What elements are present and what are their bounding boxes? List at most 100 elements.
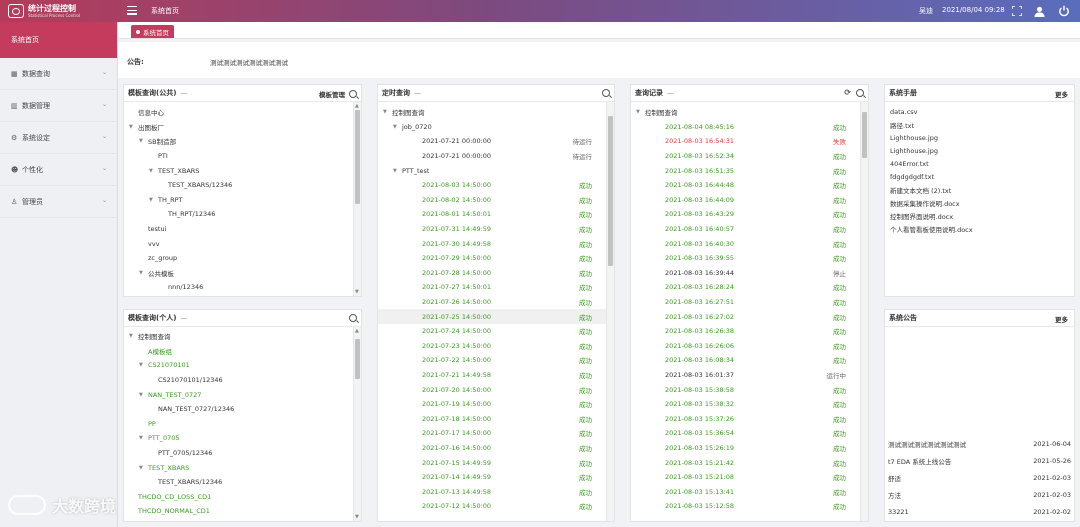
record-row[interactable]: 2021-07-17 14:50:00 成功 <box>378 426 614 441</box>
record-row[interactable]: 2021-08-03 16:52:34 成功 <box>631 149 868 164</box>
tree-node[interactable]: ▼ TH_RPT <box>124 193 361 208</box>
record-row[interactable]: 2021-07-14 14:49:59 成功 <box>378 470 614 485</box>
record-row[interactable]: 2021-07-19 14:50:00 成功 <box>378 397 614 412</box>
record-row[interactable]: 2021-08-03 16:39:55 成功 <box>631 251 868 266</box>
tree-node[interactable]: PTI <box>124 149 361 164</box>
record-row[interactable]: 2021-08-03 15:37:26 成功 <box>631 411 868 426</box>
tree-node[interactable]: PTT_0705/12346 <box>124 446 361 461</box>
sidebar-item-data-management[interactable]: ▥ 数据管理 ⌄ <box>0 90 117 122</box>
record-row[interactable]: 2021-08-03 15:13:41 成功 <box>631 484 868 499</box>
manual-file-link[interactable]: 控制图界面说明.docx <box>885 209 1074 222</box>
record-row[interactable]: 2021-07-22 14:50:00 成功 <box>378 353 614 368</box>
record-row[interactable]: 2021-08-03 16:27:51 成功 <box>631 295 868 310</box>
record-row[interactable]: 2021-08-03 16:39:44 停止 <box>631 266 868 281</box>
tree-node[interactable]: ▼ PTT_test <box>378 163 614 178</box>
power-icon[interactable] <box>1057 4 1071 18</box>
menu-toggle-icon[interactable] <box>127 6 137 15</box>
record-row[interactable]: 2021-07-16 14:50:00 成功 <box>378 441 614 456</box>
sidebar-item-system-settings[interactable]: ⚙ 系统设定 ⌄ <box>0 122 117 154</box>
record-row[interactable]: 2021-08-03 16:08:34 成功 <box>631 353 868 368</box>
record-row[interactable]: 2021-07-20 14:50:00 成功 <box>378 382 614 397</box>
manual-file-link[interactable]: 404Error.txt <box>885 157 1074 170</box>
manual-file-link[interactable]: 新建文本文档 (2).txt <box>885 183 1074 196</box>
tree-node[interactable]: ▼ job_0720 <box>378 120 614 135</box>
sidebar-item-personalization[interactable]: ☻ 个性化 ⌄ <box>0 154 117 186</box>
record-row[interactable]: 2021-07-23 14:50:00 成功 <box>378 339 614 354</box>
tree-node[interactable]: ▼ 控制图查询 <box>631 105 868 120</box>
record-row[interactable]: 2021-08-03 16:28:24 成功 <box>631 280 868 295</box>
tree-node[interactable]: ▼ 公共模板 <box>124 266 361 281</box>
manual-file-link[interactable]: 个人看管看板使用说明.docx <box>885 222 1074 235</box>
record-row[interactable]: 2021-08-03 16:01:37 运行中 <box>631 368 868 383</box>
record-row[interactable]: 2021-07-12 14:50:00 成功 <box>378 499 614 514</box>
record-row[interactable]: 2021-08-03 16:40:57 成功 <box>631 222 868 237</box>
manual-file-link[interactable]: 数据采集操作说明.docx <box>885 196 1074 209</box>
refresh-icon[interactable]: ⟳ <box>844 89 851 97</box>
record-row[interactable]: 2021-07-31 14:49:59 成功 <box>378 222 614 237</box>
scrollbar[interactable] <box>606 102 614 521</box>
tree-node[interactable]: THCDO_CD_LOSS_CD1 <box>124 490 361 505</box>
record-row[interactable]: 2021-08-01 14:50:01 成功 <box>378 207 614 222</box>
search-icon[interactable] <box>349 314 357 322</box>
announcement-row[interactable]: 33221 2021-02-02 <box>885 503 1074 520</box>
record-row[interactable]: 2021-08-03 15:38:32 成功 <box>631 397 868 412</box>
announcement-row[interactable]: 舒适 2021-02-03 <box>885 470 1074 487</box>
tree-node[interactable]: TEST_XBARS/12346 <box>124 178 361 193</box>
record-row[interactable]: 2021-07-30 14:49:58 成功 <box>378 236 614 251</box>
record-row[interactable]: 2021-07-24 14:50:00 成功 <box>378 324 614 339</box>
manual-file-link[interactable]: Lighthouse.jpg <box>885 144 1074 157</box>
record-row[interactable]: 2021-08-03 14:50:00 成功 <box>378 178 614 193</box>
search-icon[interactable] <box>349 90 357 98</box>
manual-file-link[interactable]: fdgdgdgdf.txt <box>885 170 1074 183</box>
user-icon[interactable] <box>1032 4 1046 18</box>
record-row[interactable]: 2021-08-02 14:50:00 成功 <box>378 193 614 208</box>
tab-home[interactable]: 系统首页 <box>131 25 174 38</box>
template-manage-link[interactable]: 模板管理 <box>319 89 345 99</box>
tree-node[interactable]: ▼ CS21070101 <box>124 358 361 373</box>
record-row[interactable]: 2021-08-03 16:27:02 成功 <box>631 309 868 324</box>
record-row[interactable]: 2021-07-27 14:50:01 成功 <box>378 280 614 295</box>
search-icon[interactable] <box>856 89 864 97</box>
record-row[interactable]: 2021-08-04 08:45:16 成功 <box>631 120 868 135</box>
announcement-row[interactable]: t7 EDA 系统上线公告 2021-05-26 <box>885 453 1074 470</box>
tree-node[interactable]: 信息中心 <box>124 105 361 120</box>
record-row[interactable]: 2021-08-03 16:54:31 失败 <box>631 134 868 149</box>
announcement-row[interactable]: 测试测试测试测试测试测试 2021-06-04 <box>885 436 1074 453</box>
record-row[interactable]: 2021-07-21 00:00:00 待运行 <box>378 134 614 149</box>
tree-node[interactable]: ▼ NAN_TEST_0727 <box>124 387 361 402</box>
record-row[interactable]: 2021-07-28 14:50:00 成功 <box>378 266 614 281</box>
scrollbar[interactable] <box>860 102 868 521</box>
record-row[interactable]: 2021-08-03 15:26:19 成功 <box>631 441 868 456</box>
record-row[interactable]: 2021-08-03 16:26:38 成功 <box>631 324 868 339</box>
record-row[interactable]: 2021-08-03 15:36:54 成功 <box>631 426 868 441</box>
tree-node[interactable]: NAN_TEST_0727/12346 <box>124 402 361 417</box>
tree-node[interactable]: ▼ 控制图查询 <box>378 105 614 120</box>
record-row[interactable]: 2021-08-03 15:21:42 成功 <box>631 455 868 470</box>
user-name[interactable]: 吴迪 <box>919 6 933 16</box>
record-row[interactable]: 2021-07-18 14:50:00 成功 <box>378 411 614 426</box>
sidebar-item-home[interactable]: 系统首页 <box>0 22 117 58</box>
search-icon[interactable] <box>602 89 610 97</box>
tree-node[interactable]: zc_group <box>124 251 361 266</box>
manual-file-link[interactable]: Lighthouse.jpg <box>885 131 1074 144</box>
fullscreen-icon[interactable] <box>1010 4 1024 18</box>
tree-node[interactable]: TH_RPT/12346 <box>124 207 361 222</box>
app-logo[interactable]: 统计过程控制 Statistical Process Control <box>0 0 118 22</box>
record-row[interactable]: 2021-08-03 15:38:58 成功 <box>631 382 868 397</box>
tree-node[interactable]: ▼ PTT_0705 <box>124 431 361 446</box>
manual-file-link[interactable]: 路径.txt <box>885 118 1074 131</box>
more-link[interactable]: 更多 <box>1055 314 1068 324</box>
record-row[interactable]: 2021-07-26 14:50:00 成功 <box>378 295 614 310</box>
record-row[interactable]: 2021-07-29 14:50:00 成功 <box>378 251 614 266</box>
tree-node[interactable]: ▼ 控制图查询 <box>124 329 361 344</box>
tree-node[interactable]: A模板组 <box>124 344 361 359</box>
record-row[interactable]: 2021-07-21 00:00:00 待运行 <box>378 149 614 164</box>
record-row[interactable]: 2021-08-03 16:51:35 成功 <box>631 163 868 178</box>
tree-node[interactable]: TEST_XBARS/12346 <box>124 475 361 490</box>
scrollbar[interactable]: ▲ ▼ <box>353 102 361 296</box>
announcement-row[interactable]: 方法 2021-02-03 <box>885 486 1074 503</box>
more-link[interactable]: 更多 <box>1055 89 1068 99</box>
tree-node[interactable]: ▼ TEST_XBARS <box>124 163 361 178</box>
tree-node[interactable]: THCDO_NORMAL_CD1 <box>124 504 361 519</box>
manual-file-link[interactable]: data.csv <box>885 105 1074 118</box>
